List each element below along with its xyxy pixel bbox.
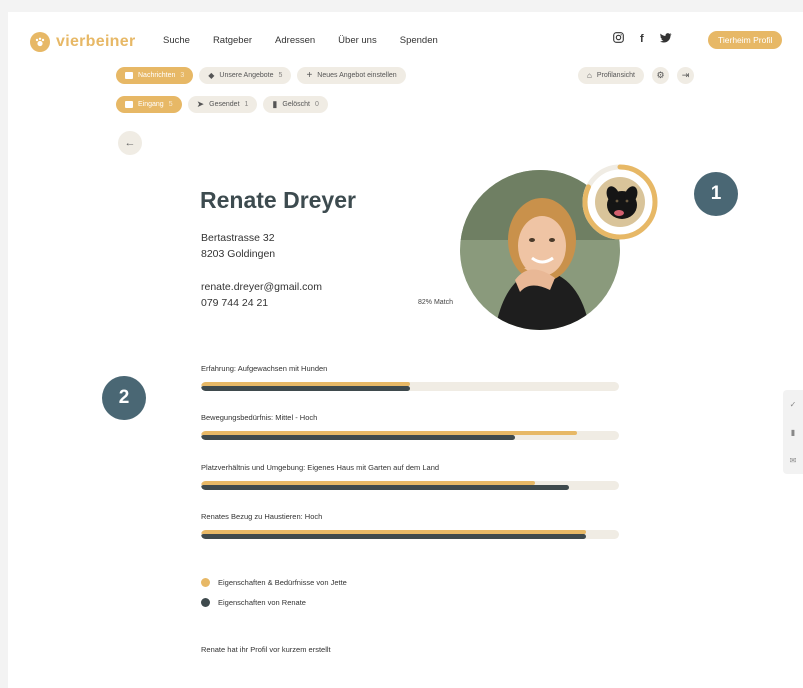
logo-text: vierbeiner [56,33,136,50]
twitter-icon[interactable] [659,32,672,46]
nav-suche[interactable]: Suche [163,35,190,46]
tab-count: 1 [244,101,249,108]
instagram-icon[interactable] [613,32,624,46]
profile-status-note: Renate hat ihr Profil vor kurzem erstell… [201,645,331,654]
tab-count: 0 [315,101,319,108]
paw-icon [30,32,50,52]
nav-adressen[interactable]: Adressen [275,35,315,46]
send-icon: ➤ [196,99,205,109]
home-icon: ⌂ [587,71,592,80]
city: 8203 Goldingen [201,248,276,260]
bookmark-icon[interactable]: ▮ [783,418,803,446]
nav-spenden[interactable]: Spenden [400,35,438,46]
tab-count: 3 [180,72,185,79]
renate-fill [201,386,410,391]
mail-icon [125,72,133,79]
legend-dot-jette [201,578,210,587]
nav-ratgeber[interactable]: Ratgeber [213,35,252,46]
attribute-bar [201,530,619,539]
social-links: f [613,32,672,46]
match-score: 82% Match [418,299,454,306]
settings-icon[interactable]: ⚙ [651,67,669,84]
address: Bertastrasse 32 8203 Goldingen [201,230,275,262]
phone[interactable]: 079 744 24 21 [201,295,322,311]
tab-count: 5 [278,72,283,79]
attribute-label: Platzverhältnis und Umgebung: Eigenes Ha… [201,463,440,472]
page-card: vierbeiner Suche Ratgeber Adressen Über … [8,12,803,688]
contact: renate.dreyer@gmail.com 079 744 24 21 [201,279,322,311]
logout-icon[interactable]: ⇥ [676,67,694,84]
main-nav: Suche Ratgeber Adressen Über uns Spenden [163,35,438,46]
tab-label: Eingang [138,101,164,108]
attribute-bar [201,382,619,391]
logo[interactable]: vierbeiner [30,32,135,52]
tab-label: Gesendet [209,101,240,108]
tierheim-profil-button[interactable]: Tierheim Profil [708,31,783,49]
street: Bertastrasse 32 [201,232,275,244]
attribute-bar [201,481,619,490]
side-share-bar: ✓ ▮ ✉ [783,390,803,474]
renate-fill [201,485,569,490]
tab-label: Unsere Angebote [219,72,274,79]
inbox-icon [125,101,133,108]
legend-renate: Eigenschaften von Renate [201,598,306,607]
tab-geloescht[interactable]: ▮ Gelöscht 0 [263,96,328,113]
tab-label: Neues Angebot einstellen [317,72,397,79]
facebook-icon[interactable]: f [640,33,644,45]
tab-neues-angebot[interactable]: + Neues Angebot einstellen [297,67,406,84]
tabs-row-1: Nachrichten 3 ◆ Unsere Angebote 5 + Neue… [116,67,406,84]
profile-name: Renate Dreyer [200,187,356,213]
legend-dot-renate [201,598,210,607]
back-arrow-icon[interactable]: ← [118,131,142,155]
legend-label: Eigenschaften & Bedürfnisse von Jette [218,578,347,587]
tab-label: Gelöscht [282,101,310,108]
tab-label: Nachrichten [138,72,176,79]
renate-fill [201,435,515,440]
trash-icon: ▮ [272,99,278,109]
renate-fill [201,534,586,539]
tab-count: 5 [168,101,173,108]
email[interactable]: renate.dreyer@gmail.com [201,279,322,295]
legend-jette: Eigenschaften & Bedürfnisse von Jette [201,578,347,587]
attribute-label: Bewegungsbedürfnis: Mittel - Hoch [201,413,318,422]
profilansicht-label: Profilansicht [596,72,635,79]
plus-icon: + [306,70,313,81]
profilansicht-button[interactable]: ⌂ Profilansicht [578,67,644,84]
profile-actions: ⌂ Profilansicht ⚙ ⇥ [578,67,694,84]
annotation-badge-1: 1 [694,172,738,216]
annotation-badge-2: 2 [102,376,146,420]
attribute-label: Renates Bezug zu Haustieren: Hoch [201,512,323,521]
tab-gesendet[interactable]: ➤ Gesendet 1 [187,96,258,113]
share-icon[interactable]: ✓ [783,390,803,418]
tab-nachrichten[interactable]: Nachrichten 3 [116,67,194,84]
legend-label: Eigenschaften von Renate [218,598,306,607]
dog-photo-match-ring [581,163,659,241]
attribute-label: Erfahrung: Aufgewachsen mit Hunden [201,364,328,373]
nav-ueber-uns[interactable]: Über uns [338,35,377,46]
tabs-row-2: Eingang 5 ➤ Gesendet 1 ▮ Gelöscht 0 [116,96,328,113]
tag-icon: ◆ [208,71,215,80]
mail-icon[interactable]: ✉ [783,446,803,474]
tab-unsere-angebote[interactable]: ◆ Unsere Angebote 5 [199,67,292,84]
attribute-bar [201,431,619,440]
tab-eingang[interactable]: Eingang 5 [116,96,182,113]
